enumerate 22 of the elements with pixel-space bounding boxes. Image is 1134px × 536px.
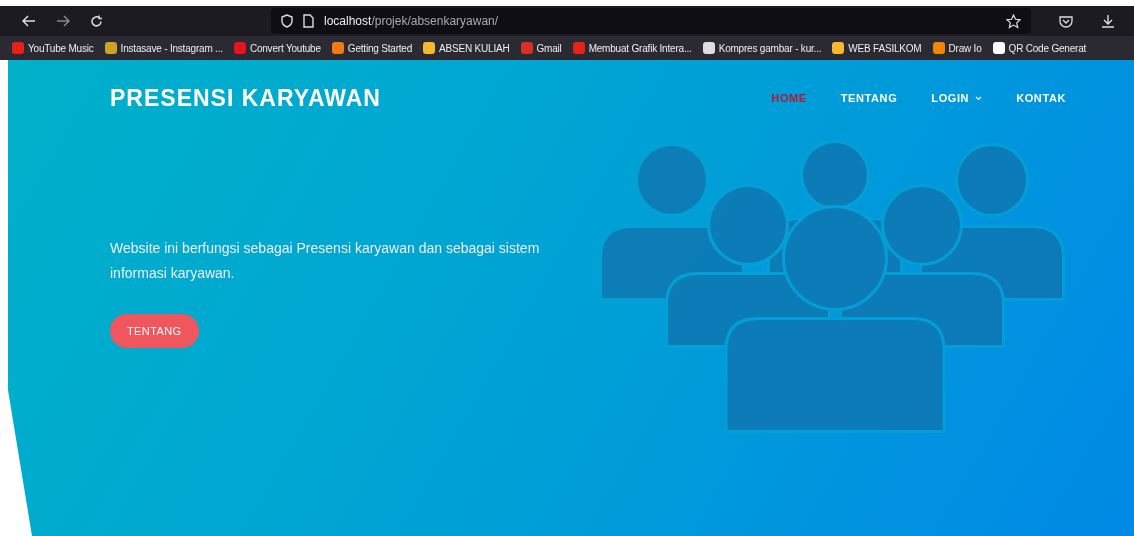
page-icon: [303, 14, 314, 28]
bookmark-item[interactable]: Gmail: [520, 42, 562, 54]
bookmark-item[interactable]: QR Code Generat: [992, 42, 1087, 54]
bookmark-item[interactable]: WEB FASILKOM: [832, 42, 922, 54]
back-icon[interactable]: [22, 15, 36, 27]
bookmark-item[interactable]: Getting Started: [331, 42, 413, 54]
star-icon[interactable]: [1006, 13, 1021, 29]
bookmark-item[interactable]: Convert Youtube: [233, 42, 321, 54]
shield-icon: [281, 14, 293, 28]
bookmark-item[interactable]: Instasave - Instagram ...: [104, 42, 223, 54]
reload-icon[interactable]: [90, 14, 103, 28]
forward-icon[interactable]: [56, 15, 70, 27]
bookmark-item[interactable]: YouTube Music: [12, 42, 94, 54]
pocket-icon[interactable]: [1059, 14, 1073, 28]
bookmark-item[interactable]: Membuat Grafik Intera...: [572, 42, 692, 54]
hero-description: Website ini berfungsi sebagai Presensi karyawan dan sebagai sistem informasi karyawan.: [110, 239, 541, 283]
url-text: localhost/projek/absenkaryawan/: [324, 14, 499, 28]
address-bar[interactable]: localhost/projek/absenkaryawan/: [271, 8, 1031, 34]
bookmark-item[interactable]: Kompres gambar - kur...: [702, 42, 822, 54]
bookmark-item[interactable]: Draw Io: [932, 42, 982, 54]
bookmark-item[interactable]: ABSEN KULIAH: [423, 42, 510, 54]
download-icon[interactable]: [1101, 14, 1115, 28]
